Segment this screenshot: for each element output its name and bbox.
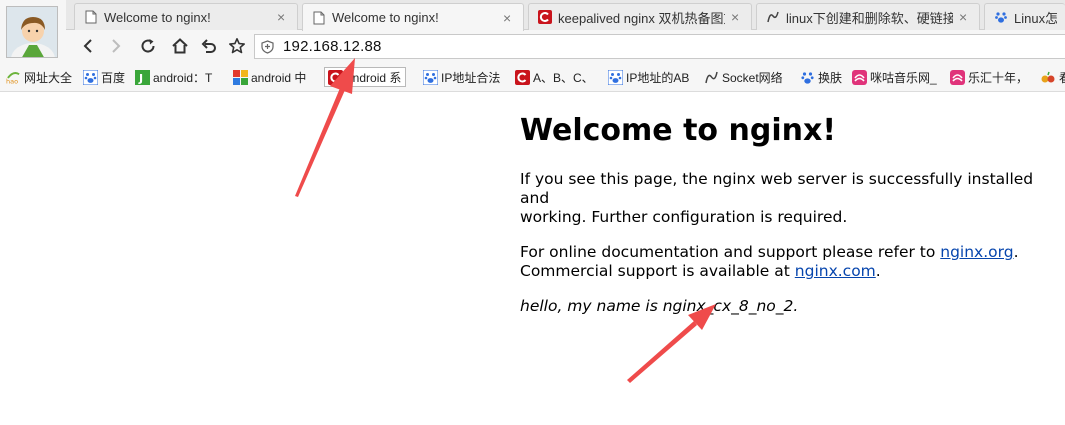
reload-icon <box>141 39 155 53</box>
migu-icon <box>852 69 867 85</box>
baidu-paw-icon <box>423 69 438 85</box>
nginx-com-link[interactable]: nginx.com <box>795 262 876 280</box>
home-icon <box>172 38 188 54</box>
page-content: Welcome to nginx! If you see this page, … <box>520 112 1050 332</box>
baidu-paw-icon <box>800 70 815 85</box>
ripple-icon <box>766 10 780 24</box>
commercial-text: Commercial support is available at <box>520 262 795 280</box>
bookmark-item[interactable]: android 中 <box>233 67 306 87</box>
tab-1[interactable]: Welcome to nginx! × <box>74 3 298 30</box>
bookmark-star-button[interactable] <box>225 34 249 58</box>
bookmark-label: 咪咕音乐网_ <box>870 70 937 85</box>
fruit-icon <box>1041 70 1056 85</box>
bookmark-item[interactable]: Socket网络 <box>704 67 783 87</box>
hao-icon: hao <box>6 70 21 85</box>
intro-line-2: working. Further configuration is requir… <box>520 208 848 226</box>
undo-icon <box>201 39 216 53</box>
address-url[interactable]: 192.168.12.88 <box>283 38 382 55</box>
bookmark-label: 换肤 <box>818 70 843 85</box>
tab-strip: Welcome to nginx! × Welcome to nginx! × … <box>66 0 1065 31</box>
bookmark-label: 乐汇十年， <box>968 70 1029 85</box>
close-tab-icon[interactable]: × <box>277 10 289 24</box>
j-icon: J <box>135 69 150 85</box>
custom-message-paragraph: hello, my name is nginx_cx_8_no_2. <box>520 297 1050 316</box>
csdn-c-icon <box>328 69 343 85</box>
support-paragraph: For online documentation and support ple… <box>520 243 1050 281</box>
bookmark-label: android 中 <box>251 70 307 85</box>
reload-button[interactable] <box>136 34 160 58</box>
tab-title: Welcome to nginx! <box>332 10 439 25</box>
star-icon <box>229 38 245 54</box>
forward-button[interactable] <box>104 34 128 58</box>
back-button[interactable] <box>76 34 100 58</box>
close-tab-icon[interactable]: × <box>731 10 743 24</box>
bookmark-item[interactable]: 乐汇十年， <box>950 67 1028 87</box>
close-tab-icon[interactable]: × <box>959 10 971 24</box>
commercial-suffix: . <box>875 262 881 280</box>
svg-text:J: J <box>138 72 143 85</box>
bookmark-item[interactable]: 看 <box>1041 67 1065 87</box>
baidu-paw-icon <box>608 69 623 85</box>
bookmark-item[interactable]: J android：T <box>135 67 212 87</box>
bookmark-label: 看 <box>1059 69 1065 86</box>
csdn-c-icon <box>538 10 552 24</box>
user-avatar[interactable] <box>6 6 58 58</box>
tab-3[interactable]: keepalived nginx 双机热备图文 × <box>528 3 752 30</box>
bookmark-label: IP地址合法 <box>441 70 501 85</box>
docs-text: For online documentation and support ple… <box>520 243 941 261</box>
intro-paragraph: If you see this page, the nginx web serv… <box>520 170 1050 227</box>
chevron-right-icon <box>112 39 121 53</box>
bookmark-label: 网址大全 <box>24 70 73 85</box>
colorful-grid-icon <box>233 69 248 85</box>
bookmark-label: android：T <box>153 70 213 85</box>
bookmark-item[interactable]: 百度 <box>83 67 125 87</box>
bookmark-item[interactable]: IP地址的AB <box>608 67 689 87</box>
bookmark-item[interactable]: 咪咕音乐网_ <box>852 67 937 87</box>
bookmark-item[interactable]: IP地址合法 <box>423 67 500 87</box>
migu-icon <box>950 69 965 85</box>
browser-chrome: Welcome to nginx! × Welcome to nginx! × … <box>0 0 1065 92</box>
bookmark-item[interactable]: hao 网址大全 <box>6 67 72 87</box>
tab-title: Linux怎么耳 <box>1014 10 1057 26</box>
bookmark-label: 百度 <box>101 70 126 85</box>
bookmarks-bar: hao 网址大全 百度 J android：T android 中 androi… <box>0 63 1065 91</box>
docs-suffix: . <box>1013 243 1019 261</box>
tab-title: Welcome to nginx! <box>104 9 211 25</box>
address-bar[interactable]: 192.168.12.88 <box>254 34 1065 59</box>
tab-2-active[interactable]: Welcome to nginx! × <box>302 3 524 31</box>
document-icon <box>84 10 98 24</box>
tab-title: linux下创建和删除软、硬链接 - <box>786 10 953 26</box>
ripple-icon <box>704 70 719 85</box>
bookmark-label: android 系 <box>346 70 402 85</box>
bookmark-item-highlighted[interactable]: android 系 <box>324 67 407 87</box>
baidu-paw-icon <box>83 69 98 85</box>
bookmark-label: A、B、C、 <box>533 70 594 85</box>
csdn-c-icon <box>515 69 530 85</box>
bookmark-item[interactable]: 换肤 <box>800 67 842 87</box>
chevron-left-icon <box>83 39 92 53</box>
tab-title: keepalived nginx 双机热备图文 <box>558 10 725 26</box>
document-icon <box>312 11 326 25</box>
bookmark-label: Socket网络 <box>722 70 783 85</box>
nginx-org-link[interactable]: nginx.org <box>940 243 1013 261</box>
page-heading: Welcome to nginx! <box>520 113 836 148</box>
custom-message: hello, my name is nginx_cx_8_no_2. <box>520 297 799 315</box>
bookmark-label: IP地址的AB <box>626 70 690 85</box>
close-tab-icon[interactable]: × <box>503 11 515 25</box>
avatar-icon <box>7 7 57 57</box>
intro-line-1: If you see this page, the nginx web serv… <box>520 170 1034 207</box>
svg-text:hao: hao <box>6 77 18 84</box>
tab-4[interactable]: linux下创建和删除软、硬链接 - × <box>756 3 980 30</box>
baidu-paw-icon <box>994 10 1008 24</box>
shield-icon[interactable] <box>261 39 275 54</box>
navigation-bar: 192.168.12.88 <box>66 31 1065 62</box>
tab-5[interactable]: Linux怎么耳 <box>984 3 1065 30</box>
bookmark-item[interactable]: A、B、C、 <box>515 67 594 87</box>
home-button[interactable] <box>168 34 192 58</box>
undo-button[interactable] <box>197 34 221 58</box>
